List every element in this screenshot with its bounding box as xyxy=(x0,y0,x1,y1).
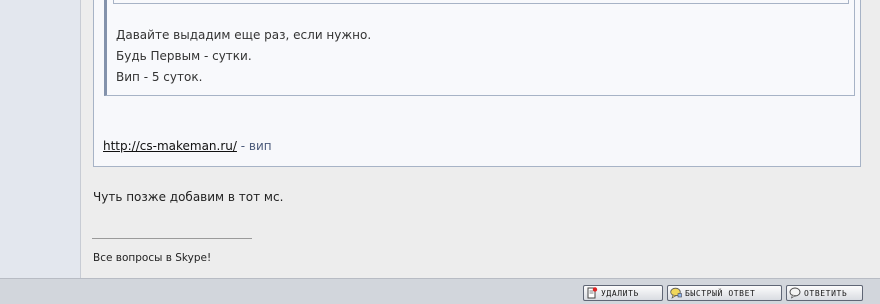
reply-label: ОТВЕТИТЬ xyxy=(804,288,848,298)
inner-quote-block: Давайте выдадим еще раз, если нужно. Буд… xyxy=(104,0,855,96)
delete-button[interactable]: УДАЛИТЬ xyxy=(583,285,663,301)
quote-text: Давайте выдадим еще раз, если нужно. Буд… xyxy=(116,25,371,88)
delete-icon xyxy=(586,287,598,299)
reply-button[interactable]: ОТВЕТИТЬ xyxy=(786,285,863,301)
quote-line: Давайте выдадим еще раз, если нужно. xyxy=(116,28,372,42)
link-suffix: - вип xyxy=(236,139,272,153)
link-line: http://cs-makeman.ru/ - вип xyxy=(103,139,272,153)
nested-quote-edge xyxy=(113,0,849,4)
signature-divider xyxy=(92,238,252,239)
quote-line: Вип - 5 суток. xyxy=(116,70,203,84)
quick-reply-button[interactable]: БЫСТРЫЙ ОТВЕТ xyxy=(667,285,782,301)
quick-reply-icon xyxy=(670,287,682,299)
signature: Все вопросы в Skype! xyxy=(93,252,212,264)
quote-line: Будь Первым - сутки. xyxy=(116,49,252,63)
delete-label: УДАЛИТЬ xyxy=(601,288,639,298)
quote-block: Давайте выдадим еще раз, если нужно. Буд… xyxy=(93,0,861,167)
post-body: Давайте выдадим еще раз, если нужно. Буд… xyxy=(81,0,880,278)
quick-reply-label: БЫСТРЫЙ ОТВЕТ xyxy=(685,288,756,298)
post-text: Чуть позже добавим в тот мс. xyxy=(93,190,284,204)
author-sidebar xyxy=(0,0,81,278)
site-link[interactable]: http://cs-makeman.ru/ xyxy=(103,139,237,153)
reply-icon xyxy=(789,287,801,299)
